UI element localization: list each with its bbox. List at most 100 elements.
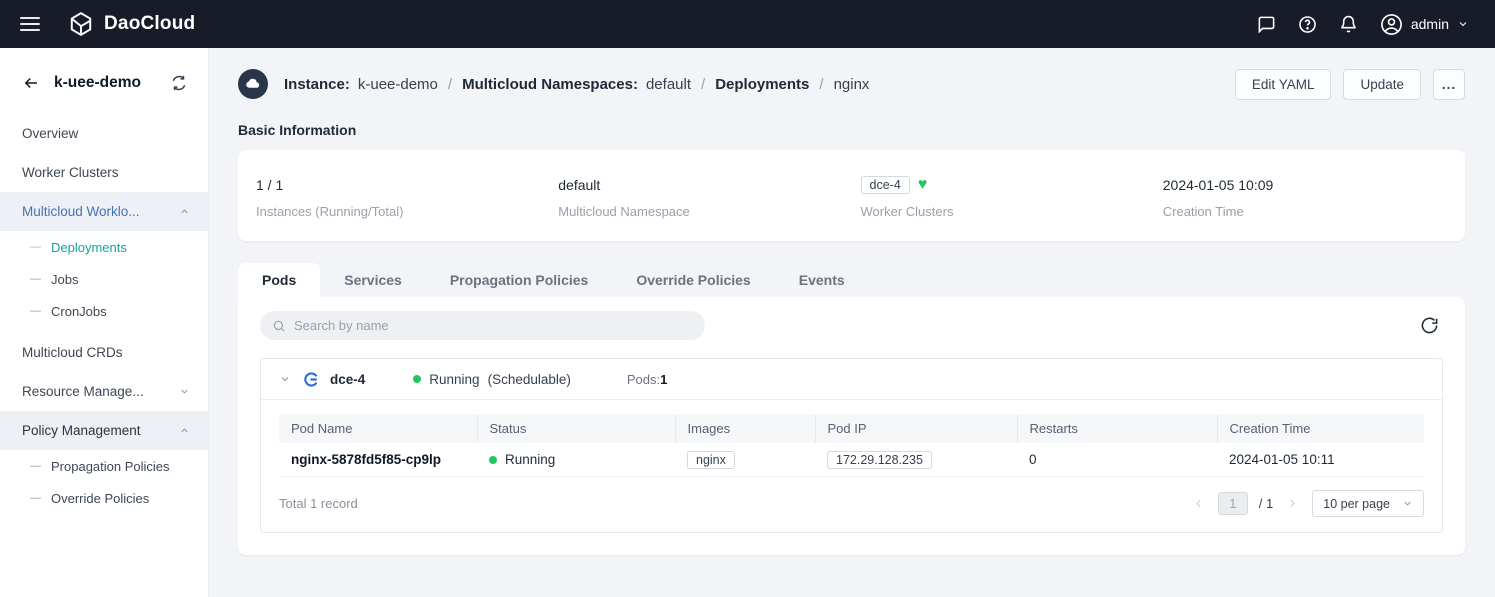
sidebar-item-deployments[interactable]: Deployments <box>0 231 208 263</box>
breadcrumb-namespace-value[interactable]: default <box>646 76 691 93</box>
stat-value: default <box>558 174 860 196</box>
more-actions-button[interactable]: ... <box>1433 69 1465 100</box>
update-button[interactable]: Update <box>1343 69 1421 100</box>
sidebar-item-label: CronJobs <box>51 304 107 319</box>
pods-table: Pod Name Status Images Pod IP Restarts C… <box>279 414 1424 477</box>
stat-value: 1 / 1 <box>256 174 558 196</box>
topbar-left: DaoCloud <box>20 11 195 37</box>
sidebar-nav: Overview Worker Clusters Multicloud Work… <box>0 114 208 514</box>
breadcrumb-instance-value[interactable]: k-uee-demo <box>358 76 438 93</box>
column-header-restarts: Restarts <box>1017 414 1217 443</box>
page-size-select[interactable]: 10 per page <box>1312 490 1424 517</box>
stat-namespace: default Multicloud Namespace <box>558 174 860 219</box>
stat-value: dce-4 ♥ <box>861 174 1163 196</box>
sidebar-item-override-policies[interactable]: Override Policies <box>0 482 208 514</box>
pod-name-link[interactable]: nginx-5878fd5f85-cp9lp <box>291 452 441 467</box>
tab-services[interactable]: Services <box>320 263 426 297</box>
sidebar-item-label: Multicloud CRDs <box>22 345 123 360</box>
switch-instance-icon[interactable] <box>170 74 188 92</box>
sidebar-item-label: Policy Management <box>22 423 141 438</box>
next-page-icon[interactable] <box>1284 495 1301 512</box>
page-size-value: 10 per page <box>1323 497 1390 511</box>
breadcrumb: Instance: k-uee-demo / Multicloud Namesp… <box>238 69 869 99</box>
breadcrumb-deployments[interactable]: Deployments <box>715 76 809 93</box>
page-number-input[interactable] <box>1218 492 1248 515</box>
instance-cloud-icon <box>238 69 268 99</box>
sidebar-item-cronjobs[interactable]: CronJobs <box>0 295 208 327</box>
sidebar-item-policy-management[interactable]: Policy Management <box>0 411 208 450</box>
search-box <box>260 311 705 340</box>
cluster-tag[interactable]: dce-4 <box>861 176 910 194</box>
topbar: DaoCloud <box>0 0 1495 48</box>
chat-icon[interactable] <box>1257 15 1276 34</box>
tab-propagation-policies[interactable]: Propagation Policies <box>426 263 612 297</box>
chevron-down-icon <box>1457 18 1469 30</box>
cluster-status-text: Running <box>429 372 479 387</box>
tab-override-policies[interactable]: Override Policies <box>612 263 774 297</box>
sidebar-item-multicloud-crds[interactable]: Multicloud CRDs <box>0 333 208 372</box>
pods-panel: dce-4 Running (Schedulable) Pods:1 <box>238 297 1465 555</box>
daocloud-logo-icon <box>68 11 94 37</box>
pod-status-text: Running <box>505 452 555 467</box>
status-dot-icon <box>413 375 421 383</box>
app-root: DaoCloud <box>0 0 1495 597</box>
pods-toolbar <box>260 311 1443 340</box>
sidebar-item-propagation-policies[interactable]: Propagation Policies <box>0 450 208 482</box>
sidebar-header: k-uee-demo <box>0 48 208 114</box>
column-header-creation-time: Creation Time <box>1217 414 1424 443</box>
brand-name: DaoCloud <box>104 13 195 35</box>
pod-ip-tag[interactable]: 172.29.128.235 <box>827 451 932 469</box>
chevron-up-icon <box>179 206 190 217</box>
page-actions: Edit YAML Update ... <box>1235 69 1465 100</box>
image-tag[interactable]: nginx <box>687 451 735 469</box>
tab-bar: Pods Services Propagation Policies Overr… <box>238 261 1465 297</box>
breadcrumb-separator: / <box>819 76 823 93</box>
menu-toggle-button[interactable] <box>20 17 40 31</box>
pods-count-value: 1 <box>660 372 667 387</box>
back-arrow-icon[interactable] <box>22 74 40 92</box>
page-total: / 1 <box>1259 496 1273 511</box>
tab-pods[interactable]: Pods <box>238 263 320 297</box>
sidebar: k-uee-demo Overview Worker Clusters Mult… <box>0 48 209 597</box>
user-menu[interactable]: admin <box>1380 13 1469 36</box>
edit-yaml-button[interactable]: Edit YAML <box>1235 69 1332 100</box>
breadcrumb-separator: / <box>448 76 452 93</box>
help-icon[interactable] <box>1298 15 1317 34</box>
pod-creation-time: 2024-01-05 10:11 <box>1229 452 1335 467</box>
stat-label: Worker Clusters <box>861 204 1163 219</box>
topbar-right: admin <box>1257 13 1469 36</box>
search-input[interactable] <box>260 311 705 340</box>
sidebar-item-label: Jobs <box>51 272 78 287</box>
cluster-schedulable: (Schedulable) <box>488 372 571 387</box>
column-header-pod-ip: Pod IP <box>815 414 1017 443</box>
brand[interactable]: DaoCloud <box>68 11 195 37</box>
table-header-row: Pod Name Status Images Pod IP Restarts C… <box>279 414 1424 443</box>
breadcrumb-separator: / <box>701 76 705 93</box>
stat-label: Instances (Running/Total) <box>256 204 558 219</box>
notifications-bell-icon[interactable] <box>1339 15 1358 34</box>
sidebar-item-label: Deployments <box>51 240 127 255</box>
sidebar-item-worker-clusters[interactable]: Worker Clusters <box>0 153 208 192</box>
breadcrumb-instance-label: Instance: <box>284 76 350 93</box>
prev-page-icon[interactable] <box>1190 495 1207 512</box>
sidebar-item-label: Multicloud Worklo... <box>22 204 140 219</box>
column-header-images: Images <box>675 414 815 443</box>
sidebar-item-jobs[interactable]: Jobs <box>0 263 208 295</box>
sidebar-item-multicloud-workloads[interactable]: Multicloud Worklo... <box>0 192 208 231</box>
tab-events[interactable]: Events <box>775 263 869 297</box>
collapse-chevron-icon[interactable] <box>277 371 293 387</box>
refresh-icon[interactable] <box>1416 312 1443 339</box>
search-icon <box>272 319 286 338</box>
sidebar-item-resource-management[interactable]: Resource Manage... <box>0 372 208 411</box>
stat-label: Creation Time <box>1163 204 1465 219</box>
column-header-pod-name: Pod Name <box>279 414 477 443</box>
healthy-heart-icon: ♥ <box>918 177 928 193</box>
stat-value: 2024-01-05 10:09 <box>1163 174 1465 196</box>
cluster-group-header[interactable]: dce-4 Running (Schedulable) Pods:1 <box>261 359 1442 400</box>
sidebar-item-overview[interactable]: Overview <box>0 114 208 153</box>
stat-label: Multicloud Namespace <box>558 204 860 219</box>
sidebar-item-label: Worker Clusters <box>22 165 119 180</box>
table-row[interactable]: nginx-5878fd5f85-cp9lp Running nginx 17 <box>279 443 1424 477</box>
cluster-name: dce-4 <box>330 372 365 387</box>
chevron-down-icon <box>179 386 190 397</box>
